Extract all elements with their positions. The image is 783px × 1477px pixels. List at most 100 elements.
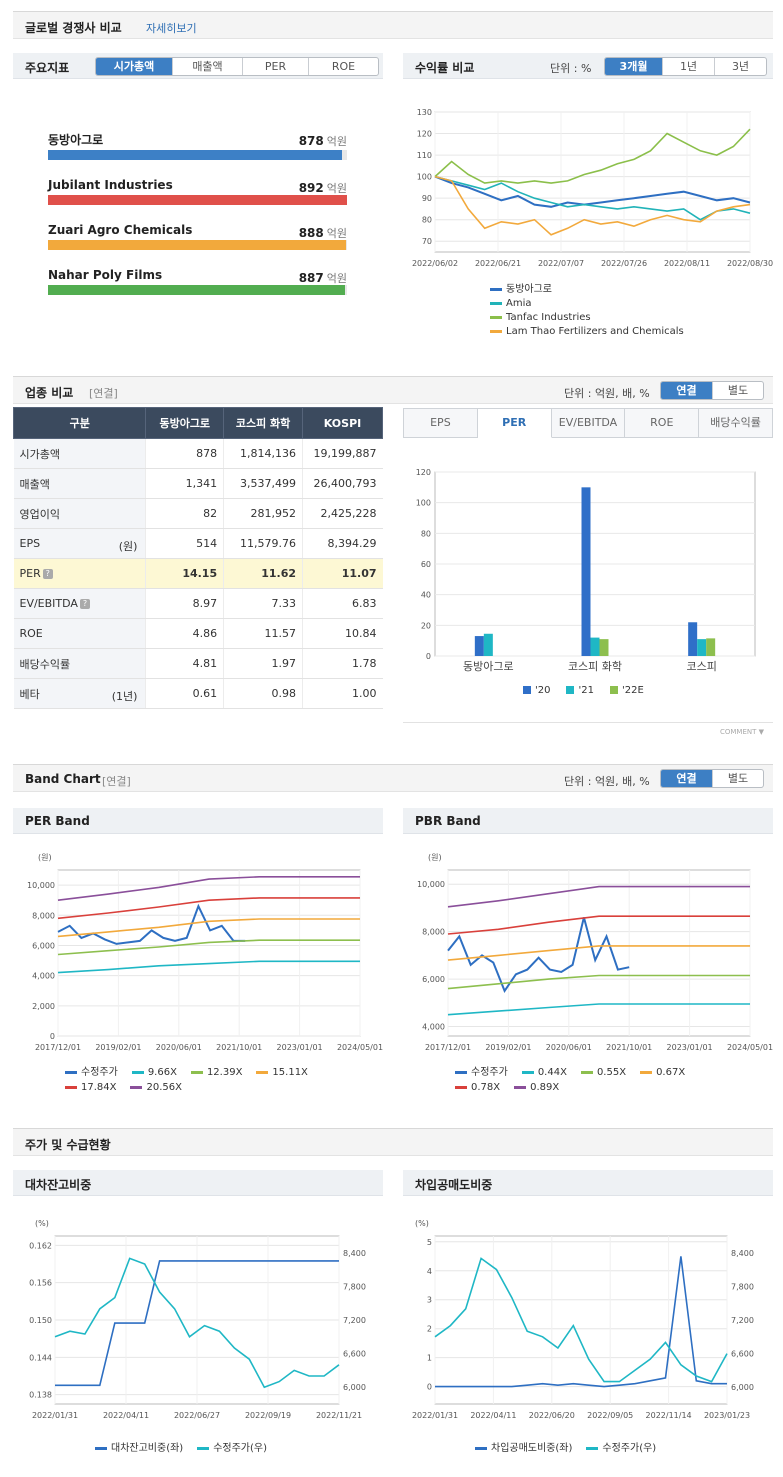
- tab-roe[interactable]: ROE: [625, 408, 700, 438]
- tick-label: 100: [416, 499, 431, 508]
- tab-eps[interactable]: EPS: [403, 408, 478, 438]
- legend-item: '22E: [609, 684, 644, 698]
- tab-roe[interactable]: ROE: [308, 58, 378, 75]
- x-tick-label: 2022/06/02: [412, 259, 458, 268]
- x-tick-label: 2021/10/01: [606, 1043, 652, 1052]
- tab-3month[interactable]: 3개월: [605, 58, 662, 75]
- company-value: 888 억원: [299, 225, 347, 241]
- band-consolidated-toggle: 연결 별도: [660, 769, 764, 788]
- value-cell: 281,952: [223, 498, 303, 529]
- x-tick-label: 2022/07/26: [601, 259, 647, 268]
- x-tick-label: 2023/01/23: [704, 1411, 750, 1420]
- right-tick-label: 8,400: [731, 1249, 754, 1258]
- x-tick-label: 2020/06/01: [156, 1043, 202, 1052]
- tick-label: 120: [417, 130, 432, 139]
- returns-title: 수익률 비교: [415, 61, 475, 75]
- x-tick-label: 2022/11/21: [316, 1411, 362, 1420]
- tick-label: 3: [427, 1296, 432, 1305]
- tab-revenue[interactable]: 매출액: [172, 58, 242, 75]
- x-tick-label: 2022/11/14: [646, 1411, 692, 1420]
- legend-swatch: [190, 1070, 203, 1074]
- tick-label: 0: [50, 1032, 55, 1041]
- row-label-cell: PER?: [13, 558, 146, 589]
- legend-label: 수정주가(우): [213, 1443, 268, 1454]
- x-tick-label: 2021/10/01: [216, 1043, 262, 1052]
- supply-section-header: 주가 및 수급현황: [13, 1128, 773, 1156]
- legend-swatch: [521, 1070, 534, 1074]
- legend-item: '21: [566, 684, 594, 698]
- tab-1year[interactable]: 1년: [662, 58, 714, 75]
- tick-label: 6,000: [422, 975, 445, 984]
- plot-area: [434, 1235, 728, 1405]
- x-tick-label: 2022/01/31: [32, 1411, 78, 1420]
- comment-toggle[interactable]: COMMENT ▼: [720, 728, 764, 736]
- row-label: EV/EBITDA: [19, 597, 78, 610]
- legend-item: 0.89X: [514, 1081, 559, 1095]
- legend-swatch: [523, 686, 531, 694]
- legend-swatch: [130, 1085, 143, 1089]
- pbr-band-title: PBR Band: [415, 814, 481, 828]
- legend-label: 대차잔고비중(좌): [111, 1443, 184, 1454]
- toggle-separate[interactable]: 별도: [711, 770, 763, 787]
- short-legend: 차입공매도비중(좌) 수정주가(우): [475, 1441, 670, 1456]
- more-link[interactable]: 자세히보기: [146, 20, 197, 36]
- row-label: 베타: [19, 687, 40, 701]
- legend-label: 20.56X: [146, 1082, 182, 1093]
- legend-item: 0.67X: [640, 1066, 685, 1080]
- legend-label: 9.66X: [147, 1067, 177, 1078]
- value-number: 887: [298, 271, 324, 285]
- help-icon[interactable]: ?: [79, 599, 90, 609]
- indicators-title: 주요지표: [25, 61, 70, 75]
- table-row: EV/EBITDA? 8.97 7.33 6.83: [13, 588, 383, 619]
- row-label: EPS: [19, 537, 41, 550]
- legend-item: 차입공매도비중(좌): [475, 1442, 572, 1456]
- legend-label: Amia: [506, 298, 532, 309]
- tab-per[interactable]: PER: [477, 408, 552, 438]
- tab-per[interactable]: PER: [242, 58, 308, 75]
- help-icon[interactable]: ?: [42, 569, 53, 579]
- table-row: 베타 (1년) 0.61 0.98 1.00: [13, 678, 383, 709]
- toggle-separate[interactable]: 별도: [711, 382, 763, 399]
- toggle-consolidated[interactable]: 연결: [661, 770, 712, 787]
- value-cell: 1.78: [302, 648, 383, 679]
- tab-dividend-yield[interactable]: 배당수익률: [699, 408, 773, 438]
- returns-legend: 동방아그로 Amia Tanfac Industries Lam Thao Ferti…: [490, 283, 684, 339]
- tick-label: 80: [421, 529, 431, 538]
- bar: [483, 633, 493, 656]
- legend-item: 12.39X: [190, 1066, 242, 1080]
- tick-label: 6,000: [32, 941, 55, 950]
- global-section-header: 글로벌 경쟁사 비교 자세히보기: [13, 11, 773, 39]
- legend-swatch: [566, 686, 575, 694]
- loan-balance-chart: 0.138 0.144 0.150 0.156 0.162 6,000 6,600 7,200…: [29, 1219, 366, 1420]
- company-value: 892 억원: [299, 180, 347, 196]
- row-label: 시가총액: [19, 447, 60, 461]
- legend-item: Amia: [490, 297, 684, 311]
- value-cell: 514: [145, 528, 224, 559]
- value-cell: 11.57: [223, 618, 303, 649]
- y-axis-label: (%): [35, 1219, 49, 1228]
- x-tick-label: 2024/05/01: [727, 1043, 773, 1052]
- value-cell: 82: [145, 498, 224, 529]
- tab-3year[interactable]: 3년: [714, 58, 766, 75]
- band-tag: [연결]: [102, 775, 131, 788]
- x-tick-label: 2022/09/05: [587, 1411, 633, 1420]
- tick-label: 70: [422, 237, 432, 246]
- tab-market-cap[interactable]: 시가총액: [96, 58, 172, 75]
- value-cell: 4.81: [145, 648, 224, 679]
- value-number: 888: [298, 226, 324, 240]
- row-label-cell: 매출액: [13, 468, 146, 499]
- legend-swatch: [197, 1446, 210, 1450]
- table-row: PER? 14.15 11.62 11.07: [13, 558, 383, 589]
- comment-divider: [403, 722, 773, 723]
- toggle-consolidated[interactable]: 연결: [661, 382, 712, 399]
- value-cell: 6.83: [302, 588, 383, 619]
- legend-swatch: [609, 686, 618, 694]
- right-tick-label: 7,800: [343, 1282, 366, 1291]
- tab-ev-ebitda[interactable]: EV/EBITDA: [551, 408, 626, 438]
- value-cell: 4.86: [145, 618, 224, 649]
- x-tick-label: 2022/04/11: [470, 1411, 516, 1420]
- value-bar: [48, 150, 343, 160]
- tick-label: 0: [427, 1383, 432, 1392]
- table-header-row: 구분 동방아그로 코스피 화학 KOSPI: [12, 407, 383, 439]
- industry-tag: [연결]: [89, 387, 118, 400]
